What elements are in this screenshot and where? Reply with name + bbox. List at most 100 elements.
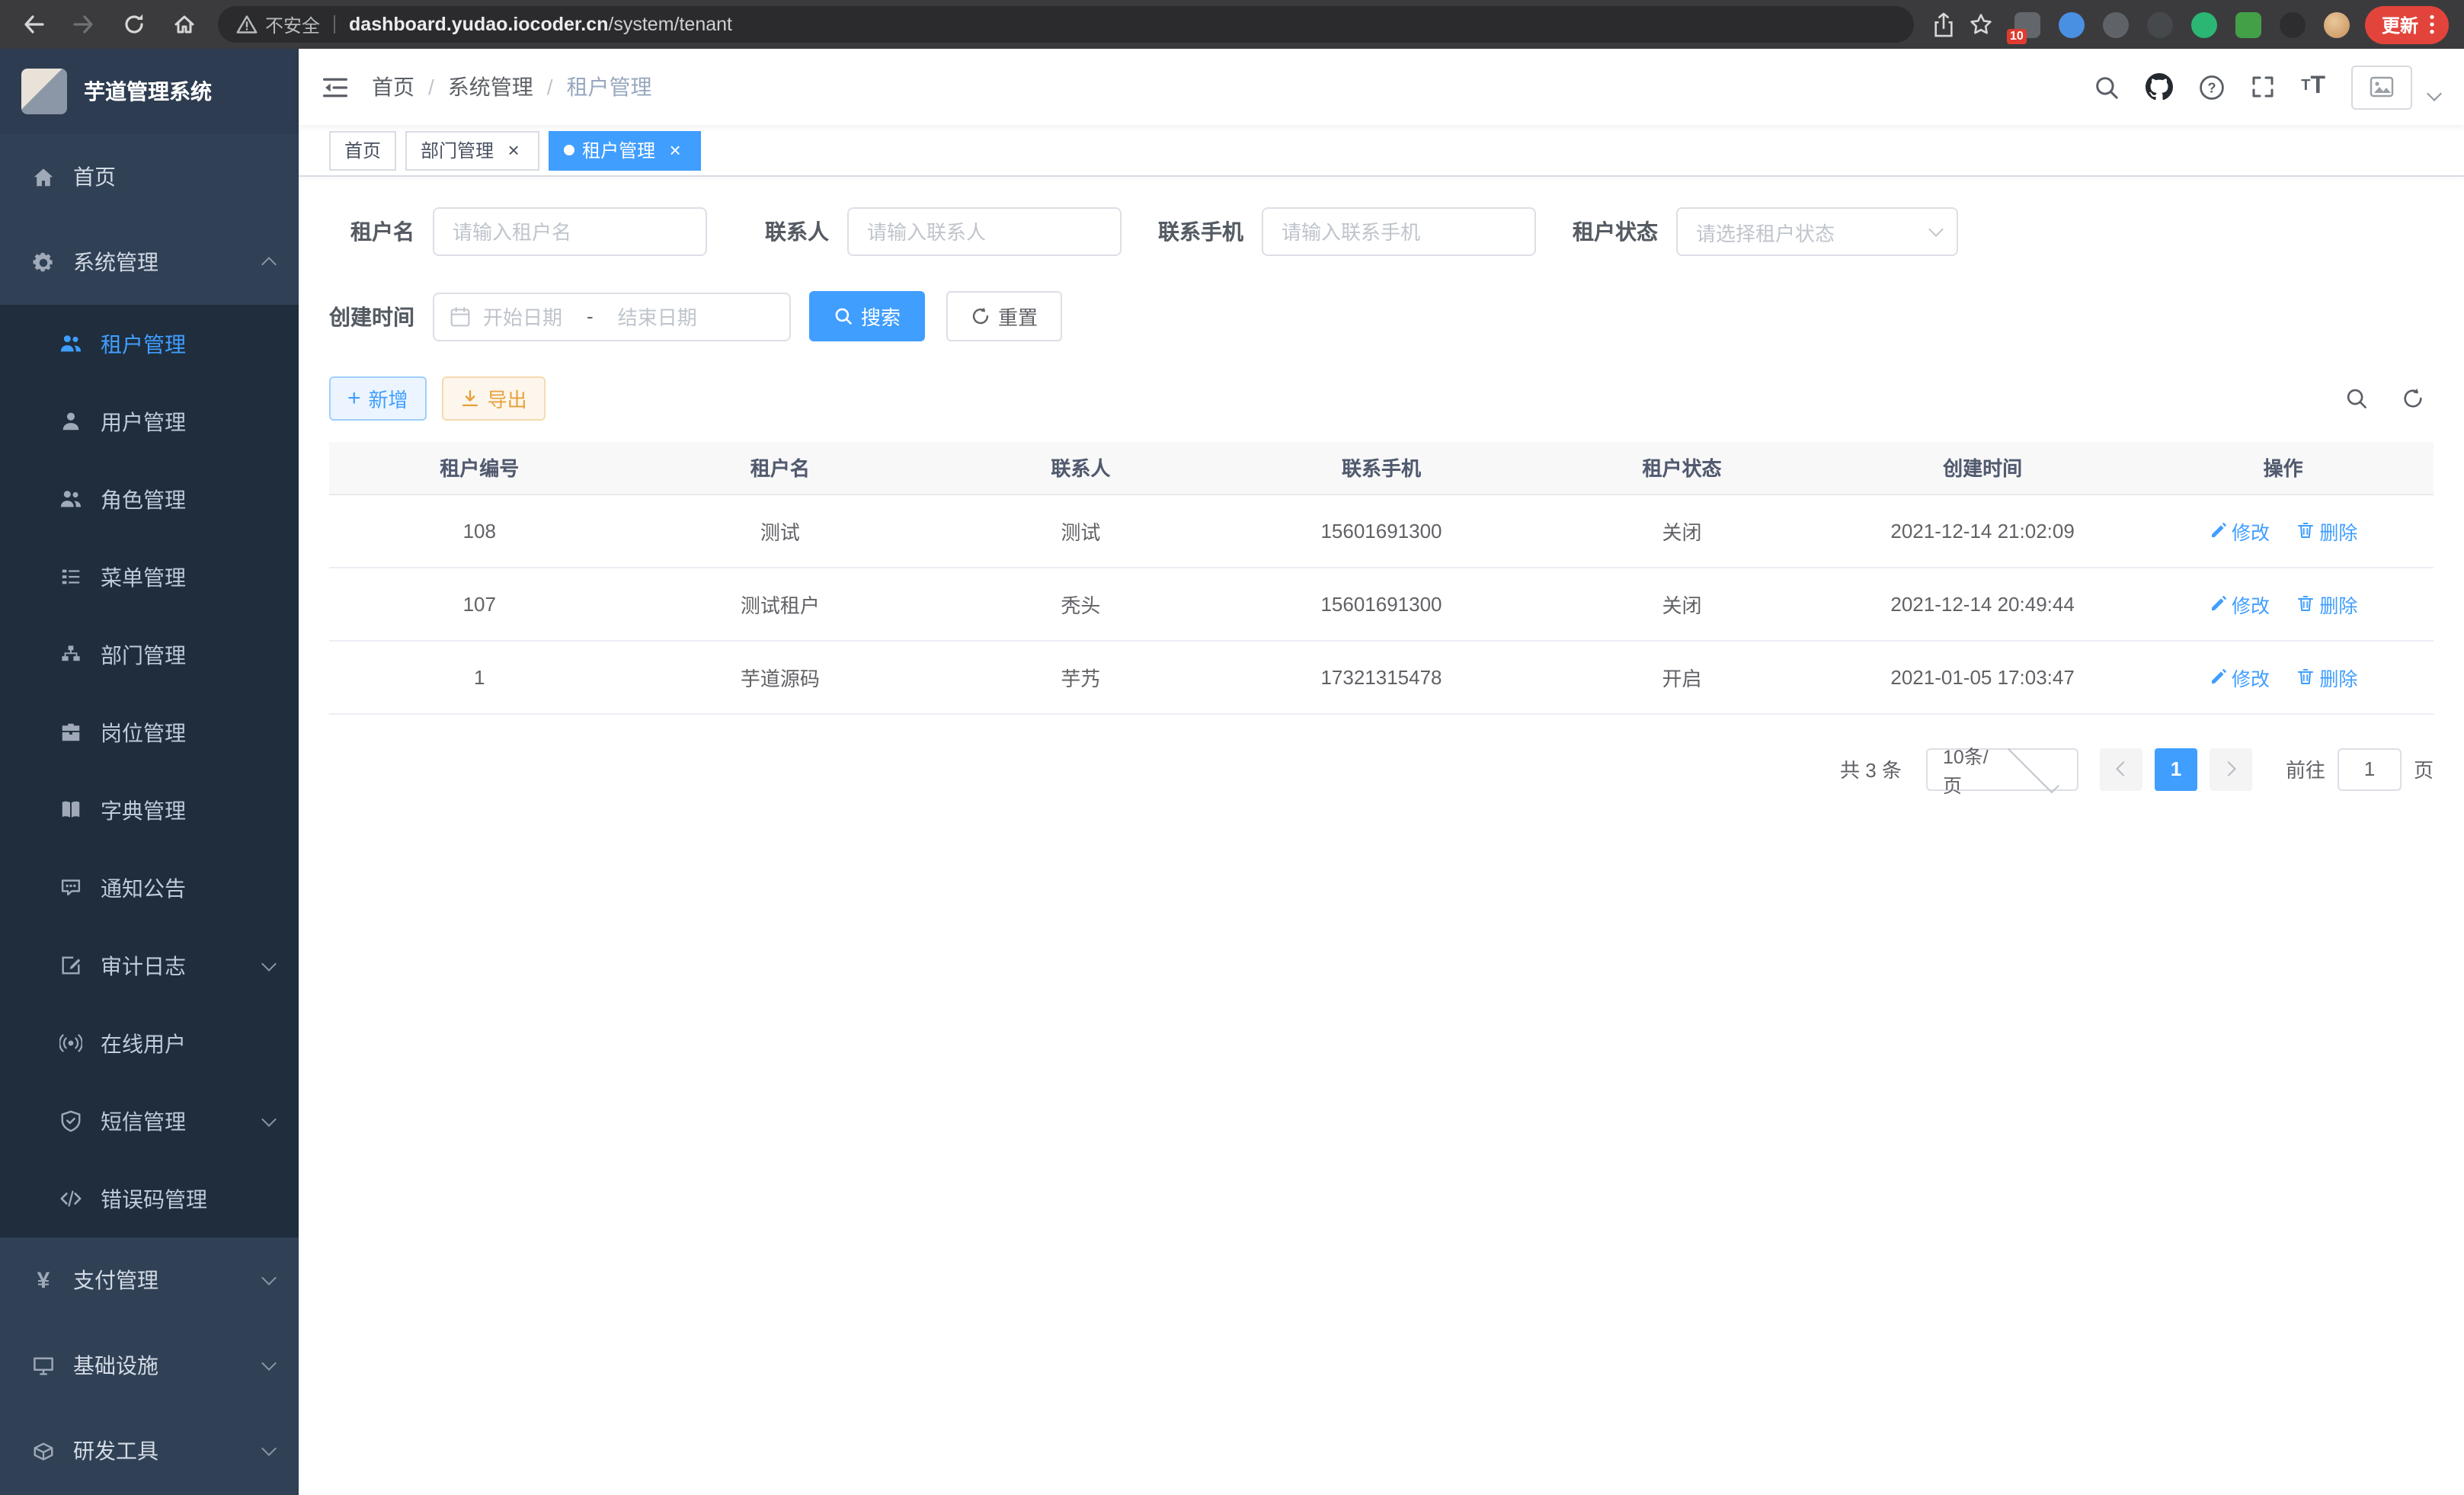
- users-icon: [58, 331, 84, 357]
- user-avatar[interactable]: [2351, 65, 2412, 109]
- delete-link[interactable]: 删除: [2296, 516, 2357, 545]
- share-icon[interactable]: [1926, 6, 1963, 43]
- add-button[interactable]: 新增: [329, 376, 427, 421]
- filter-status: 租户状态 请选择租户状态: [1573, 207, 1958, 256]
- browser-profile-avatar[interactable]: [2324, 11, 2350, 37]
- cube-icon: [30, 1438, 56, 1464]
- refresh-icon[interactable]: [2402, 387, 2424, 410]
- edit-link[interactable]: 修改: [2209, 662, 2270, 691]
- sidebar-item-sms[interactable]: 短信管理: [0, 1082, 299, 1160]
- delete-link[interactable]: 删除: [2296, 662, 2357, 691]
- cell-actions: 修改 删除: [2133, 494, 2434, 567]
- chevron-down-icon: [261, 1356, 277, 1371]
- github-icon[interactable]: [2146, 73, 2173, 101]
- extension-icon[interactable]: [2147, 11, 2173, 37]
- back-icon[interactable]: [15, 6, 52, 43]
- fullscreen-icon[interactable]: [2251, 75, 2275, 99]
- address-bar[interactable]: 不安全 dashboard.yudao.iocoder.cn /system/t…: [218, 6, 1914, 43]
- field-label: 租户状态: [1573, 216, 1676, 247]
- sidebar-item-notice[interactable]: 通知公告: [0, 849, 299, 927]
- breadcrumb-home[interactable]: 首页: [372, 72, 414, 102]
- chevron-up-icon: [261, 257, 277, 272]
- page-jump-input[interactable]: [2338, 748, 2402, 790]
- tab-tenant[interactable]: 租户管理: [549, 130, 701, 170]
- sidebar-item-system[interactable]: 系统管理: [0, 219, 299, 305]
- extension-icon[interactable]: [2191, 11, 2217, 37]
- book-icon: [58, 797, 84, 823]
- table-row: 1 芋道源码 芋艿 17321315478 开启 2021-01-05 17:0…: [329, 640, 2434, 713]
- close-icon[interactable]: [664, 139, 686, 161]
- app-logo[interactable]: 芋道管理系统: [0, 49, 299, 134]
- toggle-search-icon[interactable]: [2345, 387, 2368, 410]
- page-size-select[interactable]: 10条/页: [1926, 748, 2078, 790]
- edit-link[interactable]: 修改: [2209, 516, 2270, 545]
- sidebar-item-home[interactable]: 首页: [0, 134, 299, 219]
- breadcrumb-current: 租户管理: [567, 72, 652, 102]
- mobile-input[interactable]: [1262, 207, 1536, 256]
- forward-icon[interactable]: [66, 6, 102, 43]
- calendar-icon: [450, 306, 471, 327]
- close-icon[interactable]: [503, 139, 524, 161]
- browser-menu-kebab-icon[interactable]: [2429, 14, 2435, 35]
- system-submenu: 租户管理 用户管理 角色管理: [0, 305, 299, 1237]
- security-warning-icon[interactable]: [236, 14, 258, 35]
- column-header: 租户名: [630, 442, 931, 494]
- sidebar-item-dict[interactable]: 字典管理: [0, 771, 299, 849]
- extension-adblock-icon[interactable]: 10: [2014, 11, 2040, 37]
- next-page-button[interactable]: [2210, 748, 2252, 790]
- cell-status: 关闭: [1531, 567, 1832, 640]
- sidebar-item-audit[interactable]: 审计日志: [0, 927, 299, 1004]
- extension-icon[interactable]: [2235, 11, 2261, 37]
- filter-mobile: 联系手机: [1158, 207, 1536, 256]
- extension-icon[interactable]: [2059, 11, 2085, 37]
- page-content: 租户名 联系人 联系手机 租户状态 请选择租户状态: [299, 177, 2464, 1495]
- sidebar-item-errcode[interactable]: 错误码管理: [0, 1160, 299, 1237]
- sidebar-item-pay[interactable]: ¥ 支付管理: [0, 1237, 299, 1323]
- sidebar-item-dept[interactable]: 部门管理: [0, 616, 299, 693]
- code-icon: [58, 1186, 84, 1212]
- edit-link[interactable]: 修改: [2209, 589, 2270, 618]
- active-dot: [564, 145, 574, 155]
- export-button[interactable]: 导出: [442, 376, 546, 421]
- tenant-name-input[interactable]: [433, 207, 707, 256]
- breadcrumb-separator: /: [428, 75, 434, 99]
- sidebar-item-post[interactable]: 岗位管理: [0, 693, 299, 771]
- delete-link[interactable]: 删除: [2296, 589, 2357, 618]
- chevron-down-icon: [261, 1111, 277, 1126]
- plus-icon: [347, 387, 361, 410]
- status-select[interactable]: 请选择租户状态: [1676, 207, 1958, 256]
- tab-dept[interactable]: 部门管理: [405, 130, 539, 170]
- extension-icon[interactable]: [2280, 11, 2306, 37]
- reset-button[interactable]: 重置: [946, 291, 1062, 341]
- chevron-down-icon: [261, 1270, 277, 1285]
- cell-mobile: 15601691300: [1231, 567, 1532, 640]
- sidebar-item-tenant[interactable]: 租户管理: [0, 305, 299, 383]
- sidebar-item-infra[interactable]: 基础设施: [0, 1323, 299, 1408]
- tab-home[interactable]: 首页: [329, 130, 396, 170]
- breadcrumb-system[interactable]: 系统管理: [448, 72, 533, 102]
- sidebar-menu: 首页 系统管理 租户管理: [0, 134, 299, 1495]
- chevron-down-icon[interactable]: [2427, 85, 2442, 101]
- column-header: 租户编号: [329, 442, 630, 494]
- sidebar-item-online[interactable]: 在线用户: [0, 1004, 299, 1082]
- help-icon[interactable]: ?: [2199, 74, 2225, 100]
- search-icon[interactable]: [2094, 74, 2120, 100]
- sidebar-item-menu[interactable]: 菜单管理: [0, 538, 299, 616]
- cell-actions: 修改 删除: [2133, 567, 2434, 640]
- home-icon[interactable]: [166, 6, 203, 43]
- extension-icon[interactable]: [2103, 11, 2129, 37]
- contact-input[interactable]: [847, 207, 1122, 256]
- sidebar-item-user[interactable]: 用户管理: [0, 383, 299, 460]
- sidebar-item-devtools[interactable]: 研发工具: [0, 1408, 299, 1493]
- current-page[interactable]: 1: [2155, 748, 2197, 790]
- date-range-picker[interactable]: 开始日期 - 结束日期: [433, 292, 791, 341]
- sidebar-item-role[interactable]: 角色管理: [0, 460, 299, 538]
- prev-page-button[interactable]: [2100, 748, 2142, 790]
- font-size-icon[interactable]: [2301, 75, 2325, 99]
- update-button[interactable]: 更新: [2365, 5, 2449, 43]
- search-button[interactable]: 搜索: [809, 291, 925, 341]
- reload-icon[interactable]: [116, 6, 152, 43]
- sidebar-toggle-icon[interactable]: [322, 75, 349, 98]
- bookmark-star-icon[interactable]: [1963, 6, 1999, 43]
- chevron-down-icon: [1928, 222, 1944, 237]
